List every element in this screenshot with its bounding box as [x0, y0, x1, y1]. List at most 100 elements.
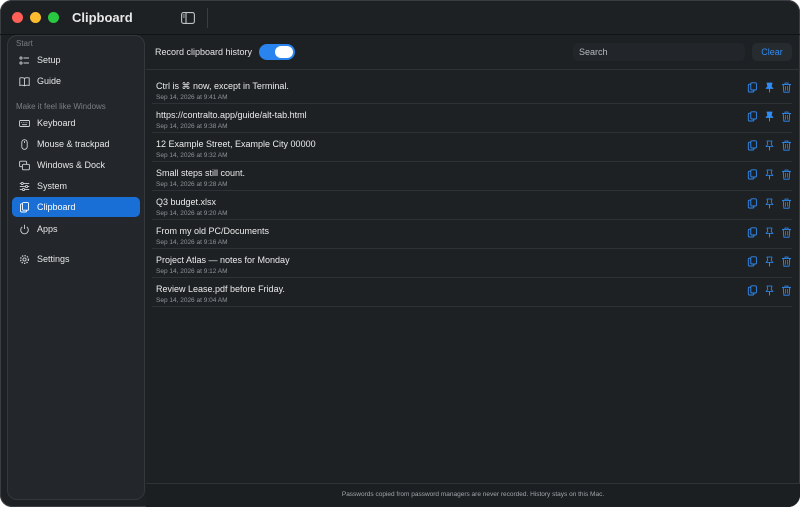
clip-timestamp: Sep 14, 2026 at 9:04 AM [156, 297, 228, 304]
clip-text: Ctrl is ⌘ now, except in Terminal. [156, 81, 289, 91]
pin-icon[interactable] [764, 140, 775, 151]
close-window-button[interactable] [12, 12, 23, 23]
copy-icon[interactable] [747, 140, 758, 151]
sidebar-item-label: Settings [37, 254, 70, 264]
keyboard-icon [19, 118, 30, 129]
pin-icon[interactable] [764, 227, 775, 238]
sidebar-toggle-icon[interactable] [181, 11, 195, 24]
trash-icon[interactable] [781, 111, 792, 122]
clip-actions [747, 82, 792, 93]
clip-timestamp: Sep 14, 2026 at 9:38 AM [156, 123, 228, 130]
copy-icon[interactable] [747, 82, 758, 93]
trash-icon[interactable] [781, 227, 792, 238]
clip-row[interactable]: Q3 budget.xlsx Sep 14, 2026 at 9:20 AM [152, 191, 792, 220]
sidebar-item-label: System [37, 181, 68, 191]
copy-icon[interactable] [747, 227, 758, 238]
clip-timestamp: Sep 14, 2026 at 9:20 AM [156, 210, 228, 217]
sidebar-item-label: Keyboard [37, 118, 76, 128]
search-input[interactable] [573, 43, 745, 61]
title-divider [207, 8, 208, 28]
sidebar-section-start: Start [16, 39, 33, 48]
clip-text: From my old PC/Documents [156, 226, 270, 236]
footer: Passwords copied from password managers … [146, 483, 800, 507]
record-history-label: Record clipboard history [155, 47, 253, 57]
sidebar-item-clipboard[interactable]: Clipboard [12, 197, 140, 217]
zoom-window-button[interactable] [48, 12, 59, 23]
trash-icon[interactable] [781, 140, 792, 151]
sidebar-item-apps[interactable]: Apps [12, 219, 140, 239]
clip-timestamp: Sep 14, 2026 at 9:32 AM [156, 152, 228, 159]
footer-note: Passwords copied from password managers … [341, 491, 605, 498]
clip-actions [747, 285, 792, 296]
copy-icon[interactable] [747, 169, 758, 180]
record-history-toggle[interactable] [259, 44, 295, 60]
trash-icon[interactable] [781, 256, 792, 267]
clip-text: Small steps still count. [156, 168, 246, 178]
app-window: Clipboard Start Setup Guide Make it feel… [0, 0, 800, 507]
pin-icon[interactable] [764, 169, 775, 180]
trash-icon[interactable] [781, 82, 792, 93]
clip-actions [747, 169, 792, 180]
clipboard-icon [19, 201, 30, 213]
main-content: Record clipboard history Clear Ctrl is ⌘… [146, 35, 800, 507]
clip-text: https://contralto.app/guide/alt-tab.html [156, 110, 307, 120]
clip-text: 12 Example Street, Example City 00000 [156, 139, 316, 149]
window-title: Clipboard [72, 10, 133, 25]
sidebar-item-label: Setup [37, 55, 61, 65]
copy-icon[interactable] [747, 256, 758, 267]
minimize-window-button[interactable] [30, 12, 41, 23]
clip-timestamp: Sep 14, 2026 at 9:41 AM [156, 94, 228, 101]
clip-row[interactable]: Project Atlas — notes for Monday Sep 14, … [152, 249, 792, 278]
window-controls [12, 12, 59, 23]
sidebar-item-guide[interactable]: Guide [12, 71, 140, 91]
clip-timestamp: Sep 14, 2026 at 9:28 AM [156, 181, 228, 188]
pin-filled-icon[interactable] [764, 111, 775, 122]
trash-icon[interactable] [781, 198, 792, 209]
clip-row[interactable]: Small steps still count. Sep 14, 2026 at … [152, 162, 792, 191]
clip-row[interactable]: Ctrl is ⌘ now, except in Terminal. Sep 14… [152, 75, 792, 104]
book-icon [19, 76, 30, 87]
trash-icon[interactable] [781, 169, 792, 180]
pin-icon[interactable] [764, 285, 775, 296]
clip-actions [747, 256, 792, 267]
clip-row[interactable]: 12 Example Street, Example City 00000 Sep… [152, 133, 792, 162]
sliders-icon [19, 181, 30, 192]
toolbar: Record clipboard history Clear [146, 35, 800, 70]
copy-icon[interactable] [747, 198, 758, 209]
pin-filled-icon[interactable] [764, 82, 775, 93]
clip-text: Review Lease.pdf before Friday. [156, 284, 285, 294]
trash-icon[interactable] [781, 285, 792, 296]
sidebar-item-label: Apps [37, 224, 58, 234]
pin-icon[interactable] [764, 198, 775, 209]
copy-icon[interactable] [747, 111, 758, 122]
clear-button[interactable]: Clear [752, 43, 792, 61]
sidebar-item-keyboard[interactable]: Keyboard [12, 113, 140, 133]
clip-actions [747, 140, 792, 151]
clip-timestamp: Sep 14, 2026 at 9:16 AM [156, 239, 228, 246]
sidebar-item-label: Mouse & trackpad [37, 139, 110, 149]
clip-row[interactable]: From my old PC/Documents Sep 14, 2026 at … [152, 220, 792, 249]
sidebar: Start Setup Guide Make it feel like Wind… [7, 35, 145, 500]
sidebar-item-system[interactable]: System [12, 176, 140, 196]
clip-timestamp: Sep 14, 2026 at 9:12 AM [156, 268, 228, 275]
clip-actions [747, 198, 792, 209]
power-icon [19, 224, 30, 235]
sidebar-section-windows: Make it feel like Windows [16, 102, 106, 111]
sidebar-item-mouse[interactable]: Mouse & trackpad [12, 134, 140, 154]
clip-actions [747, 227, 792, 238]
copy-icon[interactable] [747, 285, 758, 296]
sidebar-item-setup[interactable]: Setup [12, 50, 140, 70]
sidebar-item-windows-dock[interactable]: Windows & Dock [12, 155, 140, 175]
pin-icon[interactable] [764, 256, 775, 267]
mouse-icon [19, 138, 30, 150]
sidebar-item-label: Windows & Dock [37, 160, 106, 170]
checklist-icon [19, 55, 30, 66]
sidebar-item-settings[interactable]: Settings [12, 249, 140, 269]
clip-row[interactable]: https://contralto.app/guide/alt-tab.html… [152, 104, 792, 133]
gear-icon [19, 254, 30, 265]
clip-row[interactable]: Review Lease.pdf before Friday. Sep 14, 2… [152, 278, 792, 307]
sidebar-item-label: Clipboard [37, 202, 76, 212]
sidebar-item-label: Guide [37, 76, 62, 86]
clip-actions [747, 111, 792, 122]
clip-text: Q3 budget.xlsx [156, 197, 217, 207]
